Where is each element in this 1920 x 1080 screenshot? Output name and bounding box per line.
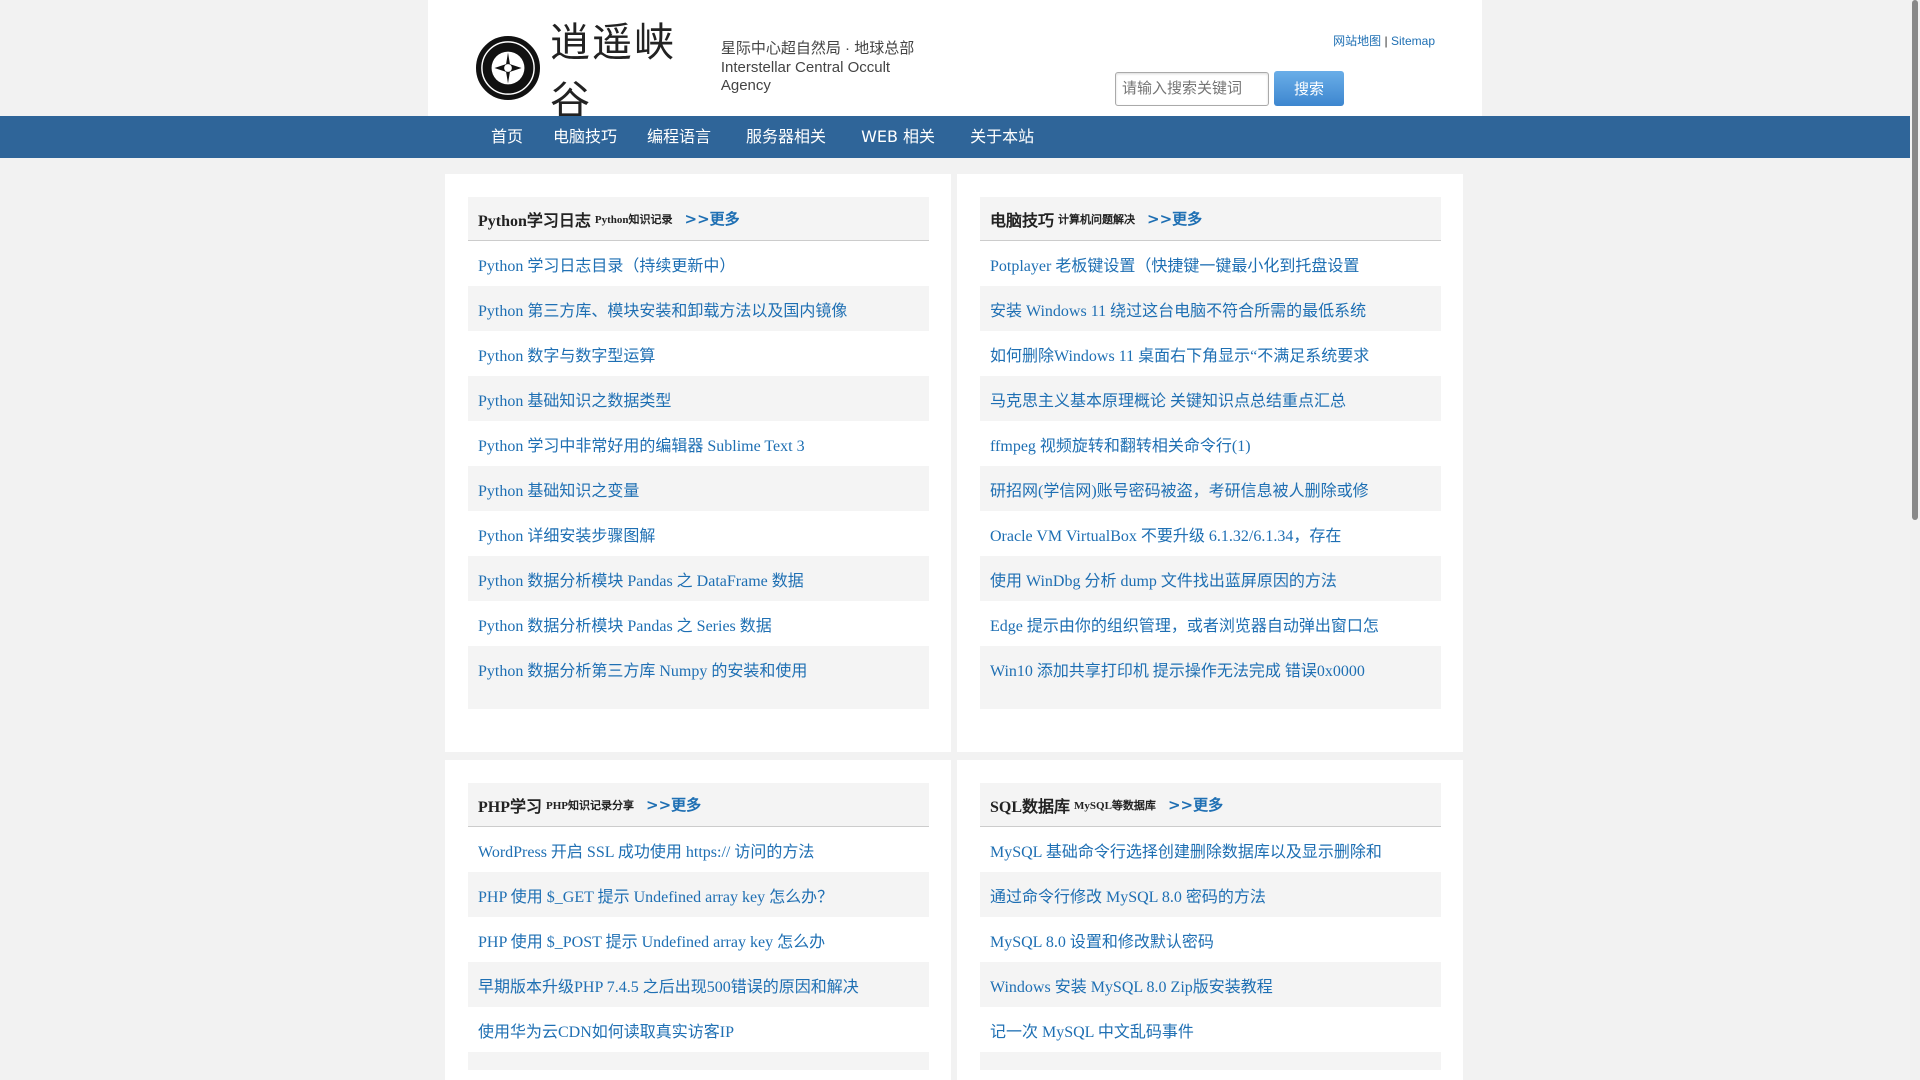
nav-item[interactable]: 电脑技巧 <box>538 116 632 158</box>
nav-item[interactable]: 首页 <box>476 116 538 158</box>
top-links: 网站地图 | Sitemap <box>1333 32 1435 49</box>
panel-more-link[interactable]: >>更多 <box>1147 208 1202 229</box>
search-box: 搜索 <box>1115 71 1344 106</box>
nav-item[interactable]: WEB 相关 <box>841 116 950 158</box>
site-logo[interactable]: 逍遥峡谷 星际中心超自然局 · 地球总部 Interstellar Centra… <box>476 20 934 124</box>
list-item[interactable]: 使用 WinDbg 分析 dump 文件找出蓝屏原因的方法 <box>980 556 1441 601</box>
panel-header: SQL数据库 MySQL等数据库 >>更多 <box>980 783 1441 827</box>
list-item[interactable]: Python 学习日志目录（持续更新中） <box>468 241 929 286</box>
nav-item[interactable]: 服务器相关 <box>726 116 841 158</box>
list-item[interactable]: Windows 安装 MySQL 8.0 Zip版安装教程 <box>980 962 1441 1007</box>
panel-footer <box>468 691 929 709</box>
panel-header: Python学习日志 Python知识记录 >>更多 <box>468 197 929 241</box>
list-item[interactable]: Python 数据分析模块 Pandas 之 DataFrame 数据 <box>468 556 929 601</box>
search-button[interactable]: 搜索 <box>1274 71 1344 106</box>
list-item[interactable]: 记一次 MySQL 中文乱码事件 <box>980 1007 1441 1052</box>
content-panel: SQL数据库 MySQL等数据库 >>更多 MySQL 基础命令行选择创建删除数据库以… <box>957 760 1463 1080</box>
agency-seal-icon <box>476 36 540 100</box>
panel-subtitle: PHP知识记录分享 <box>546 799 634 812</box>
panel-footer <box>468 1052 929 1070</box>
list-item[interactable]: Win10 添加共享打印机 提示操作无法完成 错误0x0000 <box>980 646 1441 691</box>
list-item[interactable]: Python 基础知识之数据类型 <box>468 376 929 421</box>
nav-item[interactable]: 编程语言 <box>632 116 726 158</box>
list-item[interactable]: Python 基础知识之变量 <box>468 466 929 511</box>
panel-subtitle: MySQL等数据库 <box>1074 799 1156 812</box>
panel-more-link[interactable]: >>更多 <box>646 794 701 815</box>
list-item[interactable]: Python 学习中非常好用的编辑器 Sublime Text 3 <box>468 421 929 466</box>
scrollbar-thumb[interactable] <box>1912 0 1918 520</box>
list-item[interactable]: Edge 提示由你的组织管理，或者浏览器自动弹出窗口怎 <box>980 601 1441 646</box>
search-input[interactable] <box>1115 71 1269 106</box>
panel-subtitle: 计算机问题解决 <box>1058 213 1136 226</box>
list-item[interactable]: WordPress 开启 SSL 成功使用 https:// 访问的方法 <box>468 827 929 872</box>
panel-more-link[interactable]: >>更多 <box>1168 794 1223 815</box>
list-item[interactable]: MySQL 基础命令行选择创建删除数据库以及显示删除和 <box>980 827 1441 872</box>
list-item[interactable]: ffmpeg 视频旋转和翻转相关命令行(1) <box>980 421 1441 466</box>
panel-list: MySQL 基础命令行选择创建删除数据库以及显示删除和 通过命令行修改 MySQL… <box>980 827 1441 1070</box>
list-item[interactable]: 早期版本升级PHP 7.4.5 之后出现500错误的原因和解决 <box>468 962 929 1007</box>
content-panel: PHP学习 PHP知识记录分享 >>更多 WordPress 开启 SSL 成功使用 … <box>445 760 951 1080</box>
list-item[interactable]: 通过命令行修改 MySQL 8.0 密码的方法 <box>980 872 1441 917</box>
list-item[interactable]: 使用华为云CDN如何读取真实访客IP <box>468 1007 929 1052</box>
panel-title: SQL数据库 <box>990 798 1071 816</box>
panel-footer <box>980 691 1441 709</box>
list-item[interactable]: Python 数据分析模块 Pandas 之 Series 数据 <box>468 601 929 646</box>
content-panel: 电脑技巧 计算机问题解决 >>更多 Potplayer 老板键设置（快捷键一键最小化到… <box>957 174 1463 752</box>
sitemap-en-link[interactable]: Sitemap <box>1391 34 1435 48</box>
main-nav: 首页 电脑技巧 编程语言 服务器相关 WEB 相关 关于本站 <box>0 116 1910 158</box>
panel-list: Potplayer 老板键设置（快捷键一键最小化到托盘设置 安装 Windows … <box>980 241 1441 709</box>
list-item[interactable]: 安装 Windows 11 绕过这台电脑不符合所需的最低系统 <box>980 286 1441 331</box>
brand-tagline-en: Interstellar Central Occult Agency <box>720 58 891 95</box>
brand-name: 逍遥峡谷 <box>550 20 676 124</box>
panel-header: PHP学习 PHP知识记录分享 >>更多 <box>468 783 929 827</box>
panel-title: 电脑技巧 <box>990 212 1055 230</box>
panel-title: PHP学习 <box>478 798 542 816</box>
brand-tagline: 星际中心超自然局 · 地球总部 Interstellar Central Occ… <box>721 40 934 96</box>
list-item[interactable]: Python 数字与数字型运算 <box>468 331 929 376</box>
panel-footer <box>980 1052 1441 1070</box>
panel-title: Python学习日志 <box>478 212 591 230</box>
nav-items: 首页 电脑技巧 编程语言 服务器相关 WEB 相关 关于本站 <box>476 116 1049 158</box>
list-item[interactable]: Python 第三方库、模块安装和卸载方法以及国内镜像 <box>468 286 929 331</box>
list-item[interactable]: MySQL 8.0 设置和修改默认密码 <box>980 917 1441 962</box>
nav-item[interactable]: 关于本站 <box>950 116 1049 158</box>
panel-subtitle: Python知识记录 <box>594 213 673 226</box>
panel-more-link[interactable]: >>更多 <box>685 208 740 229</box>
list-item[interactable]: 马克思主义基本原理概论 关键知识点总结重点汇总 <box>980 376 1441 421</box>
content-panel: Python学习日志 Python知识记录 >>更多 Python 学习日志目录（持续… <box>445 174 951 752</box>
panel-list: Python 学习日志目录（持续更新中） Python 第三方库、模块安装和卸载方… <box>468 241 929 709</box>
panel-header: 电脑技巧 计算机问题解决 >>更多 <box>980 197 1441 241</box>
list-item[interactable]: Python 详细安装步骤图解 <box>468 511 929 556</box>
panel-list: WordPress 开启 SSL 成功使用 https:// 访问的方法 PHP … <box>468 827 929 1070</box>
list-item[interactable]: Python 数据分析第三方库 Numpy 的安装和使用 <box>468 646 929 691</box>
list-item[interactable]: Oracle VM VirtualBox 不要升级 6.1.32/6.1.34，… <box>980 511 1441 556</box>
list-item[interactable]: Potplayer 老板键设置（快捷键一键最小化到托盘设置 <box>980 241 1441 286</box>
top-links-separator: | <box>1384 34 1388 48</box>
list-item[interactable]: PHP 使用 $_POST 提示 Undefined array key 怎么办 <box>468 917 929 962</box>
brand-tagline-cn: 星际中心超自然局 · 地球总部 <box>720 39 915 57</box>
list-item[interactable]: 研招网(学信网)账号密码被盗，考研信息被人删除或修 <box>980 466 1441 511</box>
list-item[interactable]: 如何删除Windows 11 桌面右下角显示“不满足系统要求 <box>980 331 1441 376</box>
list-item[interactable]: PHP 使用 $_GET 提示 Undefined array key 怎么办？ <box>468 872 929 917</box>
sitemap-cn-link[interactable]: 网站地图 <box>1333 34 1381 48</box>
scrollbar[interactable] <box>1910 0 1920 1080</box>
